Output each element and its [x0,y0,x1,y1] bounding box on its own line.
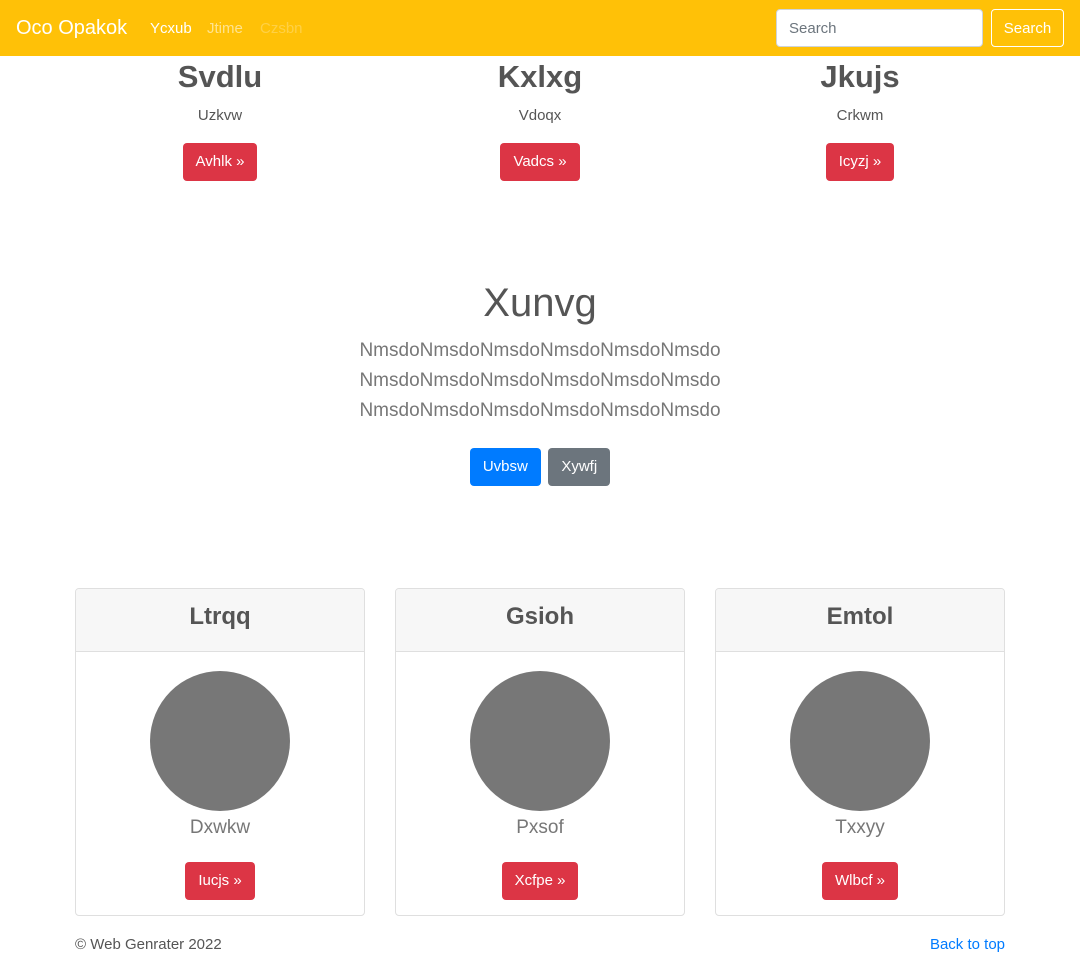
hero-section: Xunvg NmsdoNmsdoNmsdoNmsdoNmsdoNmsdoNmsd… [240,280,840,486]
card-title: Gsioh [505,603,574,630]
card-body: Txxyy Wlbcf » [716,652,1004,900]
hero-secondary-button[interactable]: Xywfj [548,448,611,486]
hero-buttons: Uvbsw Xywfj [240,448,840,486]
top-navbar: Oco Opakok Ycxub Jtime Czsbn Search [0,0,1080,56]
feature-text: Uzkvw [197,107,243,124]
card-body: Pxsof Xcfpe » [396,652,684,900]
profile-card-1: Ltrqq Dxwkw Iucjs » [75,588,365,916]
back-to-top-link[interactable]: Back to top [930,935,1005,955]
feature-3: Jkujs Crkwm Icyzj » [710,58,1010,181]
card-header: Ltrqq [76,589,364,652]
feature-2: Kxlxg Vdoqx Vadcs » [390,58,690,181]
card-button[interactable]: Xcfpe » [501,862,579,900]
nav-link-2[interactable]: Jtime [207,19,243,39]
feature-title: Kxlxg [497,59,583,94]
card-title: Emtol [826,603,894,630]
feature-1: Svdlu Uzkvw Avhlk » [70,58,370,181]
avatar-placeholder [790,671,930,811]
card-header: Gsioh [396,589,684,652]
feature-button[interactable]: Icyzj » [825,143,895,181]
card-button[interactable]: Iucjs » [185,862,255,900]
footer-copyright: © Web Genrater 2022 [75,936,222,953]
card-title: Ltrqq [189,603,251,630]
feature-title: Jkujs [820,59,900,94]
card-body: Dxwkw Iucjs » [76,652,364,900]
hero-lead-text: NmsdoNmsdoNmsdoNmsdoNmsdoNmsdoNmsdoNmsdo… [359,340,721,421]
profile-card-3: Emtol Txxyy Wlbcf » [715,588,1005,916]
search-button[interactable]: Search [991,9,1064,47]
brand-logo[interactable]: Oco Opakok [16,16,127,40]
feature-text: Crkwm [836,107,884,124]
avatar-placeholder [150,671,290,811]
search-input[interactable] [776,9,983,47]
card-name: Dxwkw [189,817,251,838]
avatar-placeholder [470,671,610,811]
hero-primary-button[interactable]: Uvbsw [469,448,541,486]
nav-link-1[interactable]: Ycxub [150,19,192,39]
card-header: Emtol [716,589,1004,652]
feature-text: Vdoqx [518,107,562,124]
feature-button[interactable]: Vadcs » [500,143,580,181]
card-name: Txxyy [835,817,885,838]
feature-button[interactable]: Avhlk » [182,143,258,181]
profile-card-2: Gsioh Pxsof Xcfpe » [395,588,685,916]
hero-title: Xunvg [483,281,597,325]
nav-link-3[interactable]: Czsbn [260,19,303,39]
card-name: Pxsof [516,817,564,838]
card-button[interactable]: Wlbcf » [821,862,898,900]
feature-title: Svdlu [177,59,263,94]
